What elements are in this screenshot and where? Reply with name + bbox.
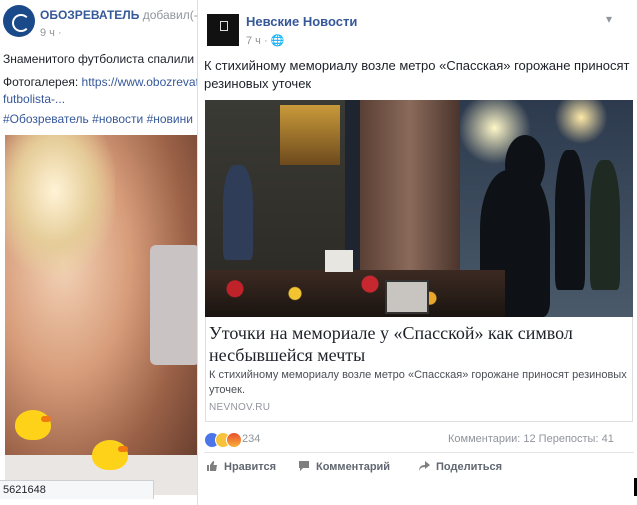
photo-detail [590, 160, 620, 290]
photo-detail [223, 165, 253, 260]
thumbs-up-icon [206, 460, 218, 472]
right-page-name[interactable]: Невские Новости [246, 14, 357, 29]
link-preview-image[interactable] [205, 100, 633, 317]
like-label: Нравится [224, 461, 277, 473]
photo-id-tooltip: 5621648 [0, 480, 154, 499]
left-gallery-link-cont[interactable]: futbolista-... [3, 92, 65, 106]
angry-reaction-icon [226, 432, 242, 448]
left-gallery-label: Фотогалерея: [3, 75, 82, 89]
comments-shares-stats[interactable]: Комментарии: 12 Перепосты: 41 [448, 433, 614, 445]
left-page-name[interactable]: ОБОЗРЕВАТЕЛЬ [40, 8, 139, 22]
share-label: Поделиться [436, 461, 503, 473]
rubber-duck-icon [15, 410, 51, 440]
right-post-time[interactable]: 7 ч · 🌐 [246, 34, 284, 47]
divider [204, 452, 634, 453]
nevskie-avatar[interactable] [207, 14, 239, 46]
link-description: К стихийному мемориалу возле метро «Спас… [209, 369, 627, 396]
comment-label: Комментарий [316, 461, 391, 473]
photo-detail [325, 250, 353, 272]
right-post: Невские Новости 7 ч · 🌐 ▾ К стихийному м… [197, 0, 637, 505]
photo-detail [150, 245, 200, 365]
left-post: ОБОЗРЕВАТЕЛЬ добавил(-а 9 ч · Знаменитог… [0, 0, 200, 505]
left-post-time[interactable]: 9 ч · [40, 27, 62, 39]
logo-mark-icon [220, 21, 228, 31]
left-gallery-link[interactable]: https://www.obozrevate [82, 75, 200, 89]
photo-detail [280, 105, 340, 165]
rubber-duck-icon [92, 440, 128, 470]
share-arrow-icon [418, 460, 430, 472]
left-hashtags[interactable]: #Обозреватель #новости #новини [3, 112, 193, 126]
obozrevatel-avatar[interactable] [3, 5, 35, 37]
left-post-header: ОБОЗРЕВАТЕЛЬ добавил(-а [40, 8, 200, 22]
photo-detail [205, 270, 505, 317]
photo-detail [385, 280, 429, 314]
link-domain: NEVNOV.RU [209, 402, 271, 413]
link-title[interactable]: Уточки на мемориале у «Спасской» как сим… [209, 322, 629, 366]
photo-detail [5, 135, 115, 275]
photo-detail [555, 150, 585, 290]
comment-icon [298, 460, 310, 472]
left-post-text: Знаменитого футболиста спалили на [3, 52, 200, 66]
post-menu-chevron-down-icon[interactable]: ▾ [606, 12, 612, 26]
like-button[interactable]: Нравится [206, 460, 276, 473]
comment-button[interactable]: Комментарий [298, 460, 390, 473]
left-gallery-line: Фотогалерея: https://www.obozrevate [3, 75, 200, 89]
left-added-text: добавил(-а [142, 8, 200, 22]
photo-detail [505, 135, 545, 195]
reactions-count[interactable]: 234 [242, 433, 260, 445]
right-post-text: К стихийному мемориалу возле метро «Спас… [204, 58, 630, 91]
share-button[interactable]: Поделиться [418, 460, 502, 473]
